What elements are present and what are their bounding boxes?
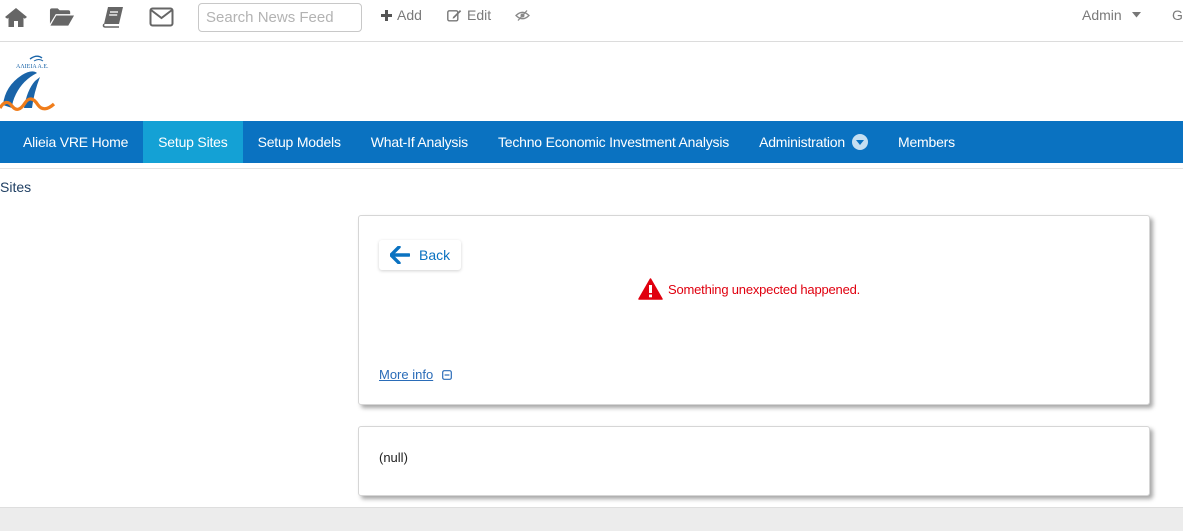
nav-item-label: Members [897, 134, 955, 150]
admin-label: Admin [1082, 7, 1122, 23]
back-button[interactable]: Back [379, 240, 462, 270]
top-toolbar: Add Edit Admin G [0, 0, 1183, 42]
nav-item-setup-sites[interactable]: Setup Sites [143, 121, 243, 163]
nav-item-techno-economic-investment-analysis[interactable]: Techno Economic Investment Analysis [483, 121, 744, 163]
main-navigation: Alieia VRE Home Setup Sites Setup Models… [0, 121, 1183, 163]
error-panel: Back Something unexpected happened. More… [358, 215, 1150, 405]
envelope-icon[interactable] [148, 4, 174, 30]
back-label: Back [419, 247, 451, 263]
add-button[interactable]: Add [381, 7, 422, 23]
svg-text:ΑΛΙΕΙΑ Α.Ε.: ΑΛΙΕΙΑ Α.Ε. [16, 64, 49, 70]
page-title: Sites [0, 179, 32, 195]
nav-item-label: What-If Analysis [370, 134, 468, 150]
error-message: Something unexpected happened. [638, 278, 860, 300]
nav-item-label: Alieia VRE Home [23, 134, 129, 150]
arrow-left-icon [390, 246, 410, 264]
details-text: (null) [379, 450, 408, 465]
eye-slash-icon [515, 10, 530, 21]
toggle-visibility-button[interactable] [515, 10, 530, 21]
edit-button[interactable]: Edit [447, 7, 491, 23]
nav-item-administration[interactable]: Administration [744, 121, 883, 163]
nav-item-what-if-analysis[interactable]: What-If Analysis [356, 121, 483, 163]
error-message-text: Something unexpected happened. [668, 281, 861, 297]
more-info-label: More info [379, 367, 434, 382]
book-icon[interactable] [100, 4, 126, 30]
warning-icon [638, 278, 663, 300]
details-panel: (null) [358, 426, 1150, 496]
footer-bar [0, 507, 1183, 531]
edit-icon [447, 10, 462, 22]
toolbar-cut-off-link[interactable]: G [1172, 7, 1183, 23]
nav-item-label: Setup Models [257, 134, 341, 150]
nav-item-alieia-vre-home[interactable]: Alieia VRE Home [0, 121, 143, 163]
nav-item-label: Administration [759, 134, 845, 150]
nav-item-label: Techno Economic Investment Analysis [497, 134, 730, 150]
nav-item-setup-models[interactable]: Setup Models [243, 121, 356, 163]
nav-divider [0, 163, 1183, 169]
edit-label: Edit [467, 7, 492, 23]
nav-item-label: Setup Sites [158, 134, 228, 150]
home-icon[interactable] [3, 4, 29, 30]
add-label: Add [397, 7, 422, 23]
more-info-link[interactable]: More info [379, 367, 453, 382]
caret-down-icon [1131, 12, 1141, 18]
search-news-feed-input[interactable] [198, 3, 362, 32]
folder-open-icon[interactable] [49, 4, 75, 30]
collapse-icon [442, 369, 453, 380]
dropdown-toggle-icon[interactable] [851, 134, 868, 150]
nav-item-members[interactable]: Members [883, 121, 970, 163]
plus-icon [381, 9, 392, 21]
admin-menu[interactable]: Admin [1082, 7, 1141, 23]
company-logo[interactable]: ΑΛΙΕΙΑ Α.Ε. [0, 50, 56, 114]
